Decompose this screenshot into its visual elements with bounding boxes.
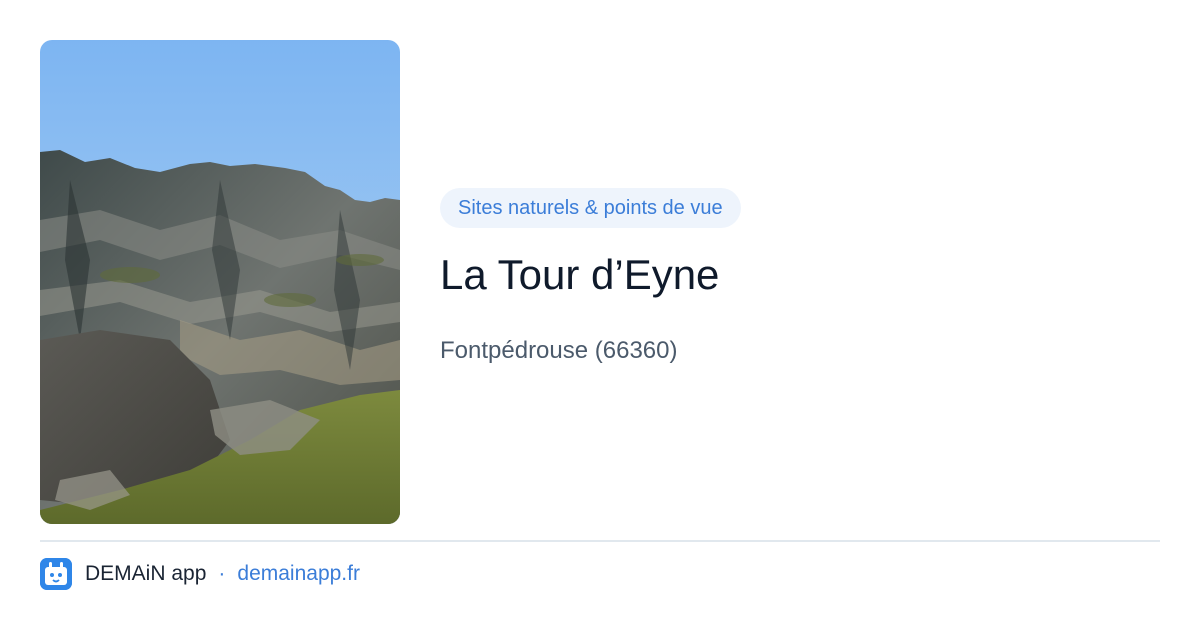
footer-divider	[40, 540, 1160, 542]
place-info: Sites naturels & points de vue La Tour d…	[440, 188, 1160, 366]
calendar-tiger-icon	[40, 558, 72, 590]
app-website-link[interactable]: demainapp.fr	[237, 562, 360, 586]
footer-separator: ·	[218, 562, 226, 585]
mountain-ridge-image	[40, 40, 400, 524]
place-photo	[40, 40, 400, 524]
category-badge[interactable]: Sites naturels & points de vue	[440, 188, 741, 228]
place-title: La Tour d’Eyne	[440, 251, 720, 298]
place-location: Fontpédrouse (66360)	[440, 337, 678, 364]
footer: DEMAiN app · demainapp.fr	[40, 558, 360, 590]
app-name: DEMAiN app	[85, 562, 207, 585]
share-card: Sites naturels & points de vue La Tour d…	[0, 0, 1200, 630]
